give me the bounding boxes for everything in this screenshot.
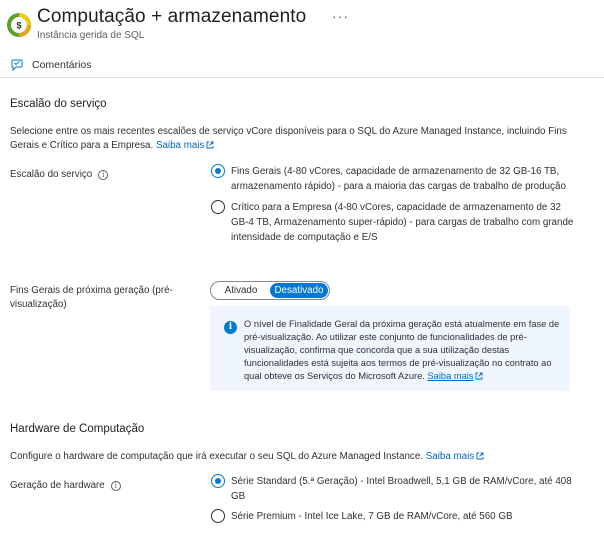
sql-managed-instance-icon: $ xyxy=(6,12,32,38)
toolbar-divider xyxy=(0,77,604,78)
info-icon[interactable]: i xyxy=(110,481,121,491)
page-title: Computação + armazenamento xyxy=(37,6,307,27)
svg-text:$: $ xyxy=(16,21,21,31)
hardware-description: Configure o hardware de computação que i… xyxy=(10,450,580,464)
service-tier-radio-group: Fins Gerais (4-80 vCores, capacidade de … xyxy=(211,164,581,245)
radio-standard-series-label: Série Standard (5.ª Geração) - Intel Bro… xyxy=(231,476,572,502)
page-subtitle: Instância gerida de SQL xyxy=(37,30,145,41)
radio-premium-series-indicator[interactable] xyxy=(211,509,225,523)
preview-info-box: i O nível de Finalidade Geral da próxima… xyxy=(210,306,570,391)
preview-learn-more-link[interactable]: Saiba mais xyxy=(427,371,473,381)
radio-general-purpose-indicator[interactable] xyxy=(211,164,225,178)
feedback-icon xyxy=(10,58,24,72)
external-link-icon xyxy=(206,141,214,149)
next-gen-toggle[interactable]: Ativado Desativado xyxy=(210,281,330,300)
service-tier-learn-more-link[interactable]: Saiba mais xyxy=(156,140,214,151)
external-link-icon xyxy=(476,372,483,380)
service-tier-label: Escalão do serviço i xyxy=(10,168,109,182)
toggle-option-on[interactable]: Ativado xyxy=(212,283,270,298)
radio-standard-series-indicator[interactable] xyxy=(211,474,225,488)
hardware-heading: Hardware de Computação xyxy=(10,423,145,435)
service-tier-heading: Escalão do serviço xyxy=(10,98,107,110)
radio-business-critical-label: Crítico para a Empresa (4-80 vCores, cap… xyxy=(231,202,574,243)
info-icon: i xyxy=(224,321,237,334)
toggle-option-off[interactable]: Desativado xyxy=(270,283,328,298)
hardware-radio-group: Série Standard (5.ª Geração) - Intel Bro… xyxy=(211,474,581,524)
radio-general-purpose-label: Fins Gerais (4-80 vCores, capacidade de … xyxy=(231,166,566,192)
feedback-label: Comentários xyxy=(32,59,92,71)
service-tier-description: Selecione entre os mais recentes escalõe… xyxy=(10,126,567,151)
radio-standard-series[interactable]: Série Standard (5.ª Geração) - Intel Bro… xyxy=(211,474,581,504)
external-link-icon xyxy=(476,452,484,460)
radio-premium-series-label: Série Premium - Intel Ice Lake, 7 GB de … xyxy=(231,511,513,522)
info-icon[interactable]: i xyxy=(98,170,109,180)
hardware-learn-more-link[interactable]: Saiba mais xyxy=(426,451,484,462)
radio-business-critical-indicator[interactable] xyxy=(211,200,225,214)
more-options-button[interactable]: ··· xyxy=(332,8,349,24)
radio-general-purpose[interactable]: Fins Gerais (4-80 vCores, capacidade de … xyxy=(211,164,581,194)
next-gen-label: Fins Gerais de próxima geração (pré-visu… xyxy=(10,285,173,310)
radio-premium-series[interactable]: Série Premium - Intel Ice Lake, 7 GB de … xyxy=(211,509,581,524)
preview-info-text: O nível de Finalidade Geral da próxima g… xyxy=(244,319,560,381)
radio-business-critical[interactable]: Crítico para a Empresa (4-80 vCores, cap… xyxy=(211,200,581,245)
feedback-button[interactable]: Comentários xyxy=(10,56,92,74)
hardware-generation-label: Geração de hardware i xyxy=(10,479,121,493)
